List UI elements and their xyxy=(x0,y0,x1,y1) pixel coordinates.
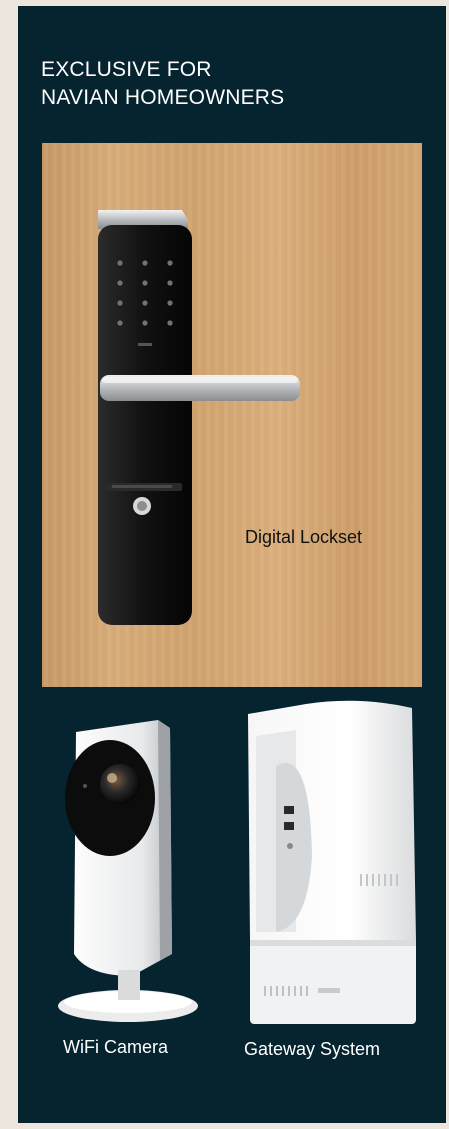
heading-line-1: EXCLUSIVE FOR xyxy=(41,58,212,81)
wifi-camera-image xyxy=(58,720,198,1022)
promo-panel: EXCLUSIVE FOR NAVIAN HOMEOWNERS Digital … xyxy=(18,6,446,1123)
digital-lockset-image xyxy=(98,210,300,625)
digital-lockset-card: Digital Lockset xyxy=(42,143,422,687)
heading-line-2: NAVIAN HOMEOWNERS xyxy=(41,86,285,109)
gateway-system-label: Gateway System xyxy=(244,1039,381,1059)
digital-lockset-label: Digital Lockset xyxy=(245,527,363,547)
gateway-system-image xyxy=(248,700,416,1024)
promo-heading: EXCLUSIVE FOR NAVIAN HOMEOWNERS xyxy=(41,56,284,112)
wifi-camera-label: WiFi Camera xyxy=(63,1037,169,1057)
